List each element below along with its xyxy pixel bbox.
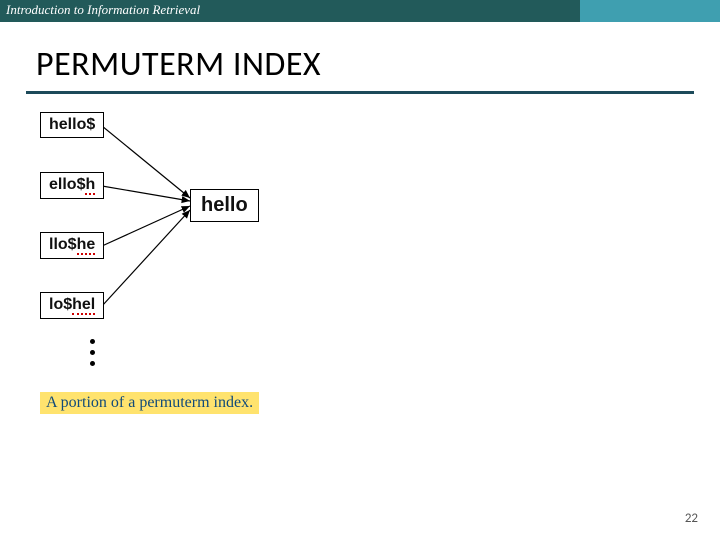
permuterm-diagram: hello$ ello$h llo$he lo$hel hello A port…: [0, 94, 720, 454]
rotation-node: llo$he: [40, 232, 104, 259]
page-number: 22: [685, 511, 698, 526]
target-term-node: hello: [190, 189, 259, 222]
rotation-node: ello$h: [40, 172, 104, 199]
rotation-marked: h: [85, 177, 95, 195]
rotation-node: hello$: [40, 112, 104, 138]
slide-title: PERMUTERM INDEX: [36, 44, 720, 85]
rotation-text: ello$: [49, 176, 85, 193]
course-title: Introduction to Information Retrieval: [6, 2, 200, 18]
target-term: hello: [201, 194, 248, 216]
ellipsis-dots: [90, 339, 95, 366]
rotation-node: lo$hel: [40, 292, 104, 319]
rotation-text: llo$: [49, 236, 77, 253]
rotation-text: lo$: [49, 296, 72, 313]
rotation-marked: he: [77, 237, 96, 255]
rotation-text: hello$: [49, 116, 95, 133]
rotation-marked: hel: [72, 297, 95, 315]
header-bar: Introduction to Information Retrieval: [0, 0, 720, 22]
diagram-caption: A portion of a permuterm index.: [40, 392, 259, 414]
